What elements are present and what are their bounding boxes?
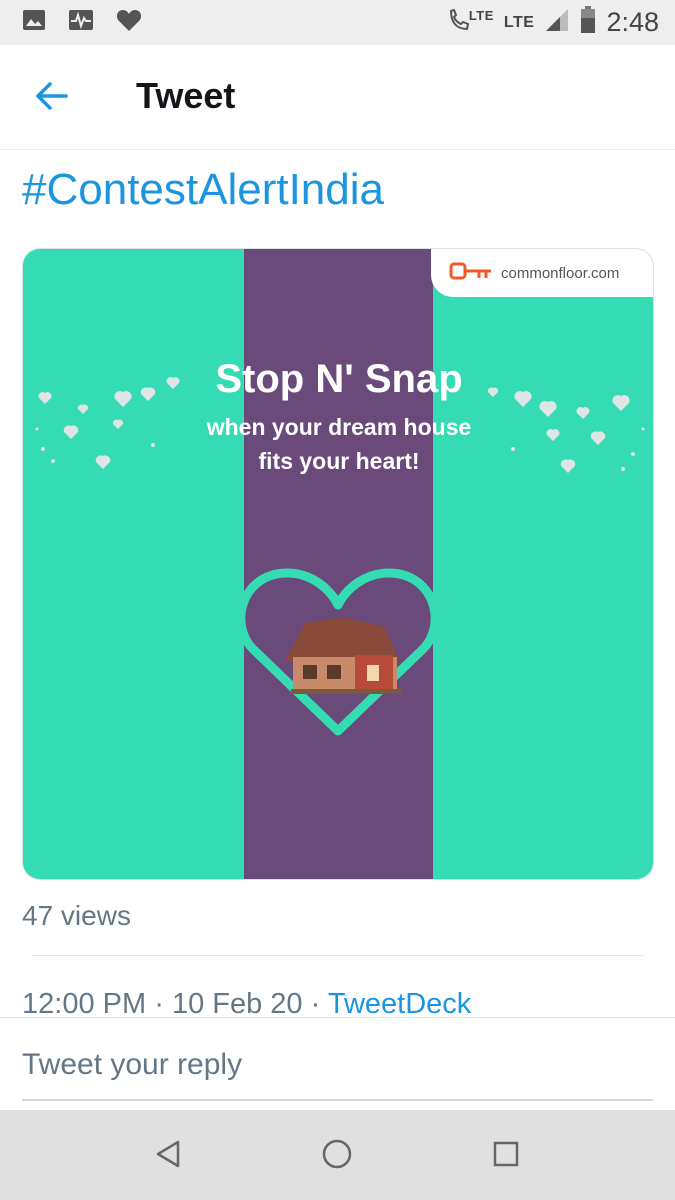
brand-logo: commonfloor.com (431, 249, 653, 297)
nav-recents-button[interactable] (484, 1134, 528, 1178)
reply-input[interactable]: Tweet your reply (22, 1048, 242, 1082)
heart-icon (116, 8, 142, 37)
call-lte-icon (447, 7, 471, 38)
nav-back-button[interactable] (146, 1134, 190, 1178)
network-label-1: LTE (468, 8, 494, 23)
meta-separator: · (310, 988, 321, 1020)
reply-bar: Tweet your reply (0, 1017, 675, 1110)
nav-recents-icon (492, 1140, 520, 1173)
hashtag-link[interactable]: #ContestAlertIndia (22, 165, 384, 215)
meta-separator: · (154, 988, 164, 1020)
promo-subtitle-line2: fits your heart! (258, 448, 420, 474)
nav-home-icon (321, 1138, 353, 1175)
tweet-header: Tweet (0, 45, 675, 150)
tweet-media[interactable]: commonfloor.com Stop N' Snap when your d… (22, 248, 654, 880)
promo-subtitle-line1: when your dream house (206, 414, 472, 440)
status-bar: LTE LTE 2:48 (0, 0, 675, 45)
signal-icon (544, 7, 570, 38)
android-nav-bar (0, 1110, 675, 1200)
house-heart-graphic (236, 568, 440, 736)
house-icon (285, 617, 401, 694)
back-button[interactable] (30, 78, 74, 118)
view-count[interactable]: 47 views (22, 900, 131, 932)
promo-title: Stop N' Snap (215, 357, 463, 401)
pulse-icon (68, 9, 94, 36)
nav-home-button[interactable] (315, 1134, 359, 1178)
image-icon (22, 9, 46, 36)
back-arrow-icon (35, 81, 69, 116)
tweet-date: 10 Feb 20 (171, 988, 303, 1020)
key-icon (449, 261, 493, 286)
brand-name: commonfloor.com (501, 264, 620, 282)
nav-back-icon (154, 1139, 182, 1174)
tweet-time: 12:00 PM (22, 988, 147, 1020)
network-label-2: LTE (503, 13, 535, 31)
divider (32, 955, 643, 956)
page-title: Tweet (136, 75, 236, 116)
battery-icon (580, 6, 596, 39)
tweet-source-link[interactable]: TweetDeck (328, 988, 471, 1020)
reply-underline (22, 1099, 653, 1101)
status-time: 2:48 (606, 7, 659, 37)
